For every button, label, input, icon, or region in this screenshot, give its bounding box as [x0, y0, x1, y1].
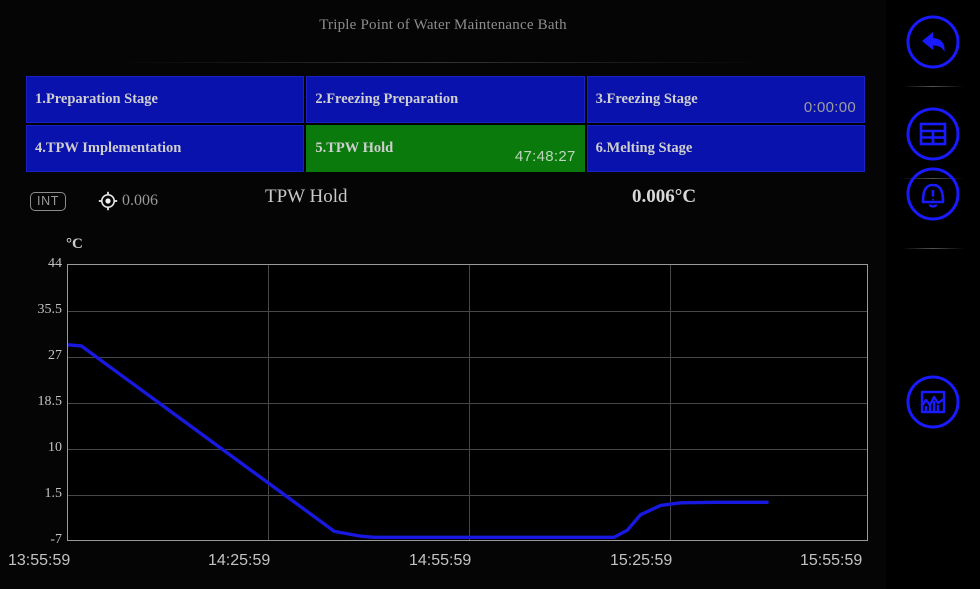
stage-label: 5.TPW Hold [315, 140, 394, 156]
stage-cell-3[interactable]: 3.Freezing Stage 0:00:00 [586, 76, 865, 123]
trend-chart-icon [920, 390, 946, 414]
back-button[interactable] [903, 12, 963, 72]
chart-plot-area[interactable] [67, 264, 868, 541]
sidebar-divider [902, 248, 964, 249]
alarm-bell-icon [921, 183, 945, 208]
y-tick-label: 1.5 [44, 486, 63, 501]
x-tick-label: 13:55:59 [8, 552, 71, 569]
stage-label: 1.Preparation Stage [35, 91, 158, 107]
back-arrow-icon [922, 32, 945, 52]
target-crosshair-icon [98, 191, 118, 211]
sidebar-divider [902, 86, 964, 87]
trend-button[interactable] [903, 372, 963, 432]
stage-cell-5[interactable]: 5.TPW Hold 47:48:27 [306, 125, 585, 172]
y-tick-label: 27 [48, 348, 62, 363]
stage-cell-4[interactable]: 4.TPW Implementation [26, 125, 305, 172]
table-button[interactable] [903, 104, 963, 164]
main-panel: Triple Point of Water Maintenance Bath 1… [0, 0, 886, 589]
y-tick-label: -7 [50, 532, 62, 547]
chart-y-axis: 44 35.5 27 18.5 10 1.5 -7 [0, 256, 63, 547]
stage-cell-1[interactable]: 1.Preparation Stage [26, 76, 305, 123]
temperature-readout: 0.006°C [632, 186, 697, 207]
y-tick-label: 44 [48, 256, 62, 271]
page-title-text: Triple Point of Water Maintenance Bath [319, 17, 567, 33]
x-tick-label: 14:25:59 [208, 552, 271, 569]
y-tick-label: 35.5 [37, 302, 63, 317]
stage-label: 3.Freezing Stage [595, 91, 698, 107]
x-tick-label: 15:55:59 [800, 552, 863, 569]
sensor-mode-badge: INT [30, 192, 66, 211]
current-phase-label: TPW Hold [265, 186, 348, 207]
stage-cell-2[interactable]: 2.Freezing Preparation [306, 76, 585, 123]
instrument-screen: Triple Point of Water Maintenance Bath 1… [0, 0, 980, 589]
title-divider [110, 62, 770, 63]
stage-cell-6[interactable]: 6.Melting Stage [586, 125, 865, 172]
setpoint-value: 0.006 [122, 192, 158, 209]
alarm-button[interactable] [903, 164, 963, 224]
stage-timer: 47:48:27 [514, 148, 576, 165]
status-strip: INT 0.006 TPW Hold 0.006°C [0, 184, 886, 220]
x-tick-label: 14:55:59 [409, 552, 472, 569]
stage-timer: 0:00:00 [803, 99, 856, 116]
y-tick-label: 10 [48, 440, 62, 455]
chart-series-canvas [68, 343, 769, 540]
stage-label: 2.Freezing Preparation [315, 91, 459, 107]
chart-x-axis: 13:55:59 14:25:59 14:55:59 15:25:59 15:5… [0, 552, 886, 576]
stage-label: 4.TPW Implementation [35, 140, 182, 156]
table-grid-icon [919, 122, 947, 146]
stage-label: 6.Melting Stage [595, 140, 693, 156]
stage-grid: 1.Preparation Stage 2.Freezing Preparati… [26, 76, 865, 172]
x-tick-label: 15:25:59 [610, 552, 673, 569]
temperature-curve [68, 343, 769, 540]
page-title: Triple Point of Water Maintenance Bath [0, 16, 886, 34]
chart-y-unit-label: °C [66, 236, 83, 252]
y-tick-label: 18.5 [37, 394, 63, 409]
right-sidebar [886, 0, 980, 589]
